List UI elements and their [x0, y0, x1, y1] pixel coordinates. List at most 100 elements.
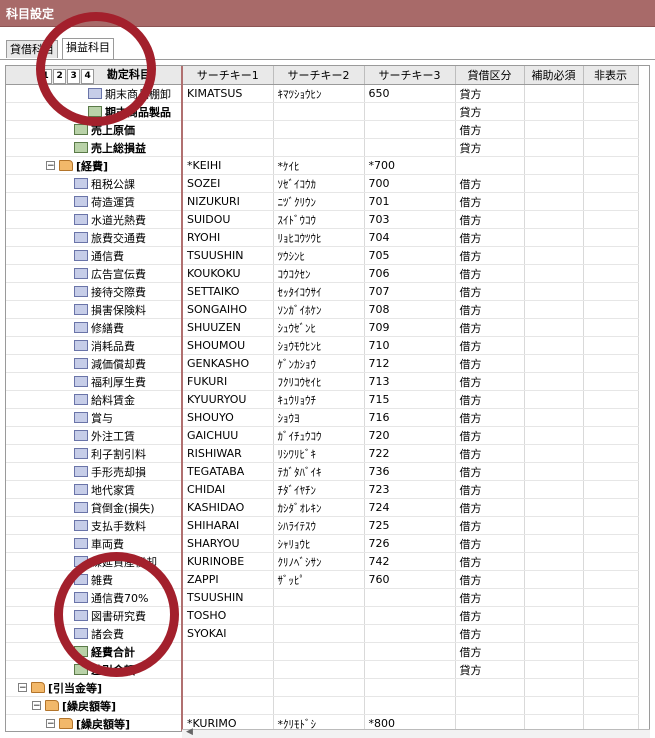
cell-search-key-2[interactable]: ｸﾘﾉﾍﾞｼｻﾝ — [273, 552, 365, 571]
cell-search-key-1[interactable]: SOZEI — [182, 174, 274, 193]
cell-search-key-3[interactable]: 716 — [364, 408, 456, 427]
cell-search-key-1[interactable]: SETTAIKO — [182, 282, 274, 301]
cell-search-key-3[interactable] — [364, 642, 456, 661]
header-sub-required[interactable]: 補助必須 — [524, 66, 584, 85]
cell-hidden[interactable] — [583, 696, 639, 715]
cell-sub-required[interactable] — [524, 156, 584, 175]
cell-account-name[interactable]: 旅費交通費 — [6, 228, 183, 247]
cell-account-name[interactable]: 支払手数料 — [6, 516, 183, 535]
cell-search-key-3[interactable]: 715 — [364, 390, 456, 409]
cell-search-key-1[interactable]: *KEIHI — [182, 156, 274, 175]
cell-sub-required[interactable] — [524, 264, 584, 283]
cell-search-key-2[interactable] — [273, 120, 365, 139]
cell-account-name[interactable]: 広告宣伝費 — [6, 264, 183, 283]
cell-hidden[interactable] — [583, 174, 639, 193]
table-row[interactable]: 支払手数料 SHIHARAI ｼﾊﾗｲﾃｽｳ 725 借方 — [6, 516, 639, 535]
cell-hidden[interactable] — [583, 300, 639, 319]
cell-hidden[interactable] — [583, 354, 639, 373]
table-row[interactable]: 地代家賃 CHIDAI ﾁﾀﾞｲﾔﾁﾝ 723 借方 — [6, 480, 639, 499]
cell-debit-credit[interactable]: 借方 — [455, 372, 525, 391]
cell-debit-credit[interactable]: 貸方 — [455, 102, 525, 121]
cell-hidden[interactable] — [583, 372, 639, 391]
cell-search-key-3[interactable] — [364, 660, 456, 679]
table-row[interactable]: 荷造運賃 NIZUKURI ﾆﾂﾞｸﾘｳﾝ 701 借方 — [6, 192, 639, 211]
cell-search-key-1[interactable] — [182, 102, 274, 121]
cell-debit-credit[interactable]: 借方 — [455, 192, 525, 211]
cell-sub-required[interactable] — [524, 570, 584, 589]
cell-account-name[interactable]: 租税公課 — [6, 174, 183, 193]
cell-debit-credit[interactable] — [455, 696, 525, 715]
cell-hidden[interactable] — [583, 336, 639, 355]
cell-search-key-3[interactable]: 742 — [364, 552, 456, 571]
cell-sub-required[interactable] — [524, 462, 584, 481]
level-3-button[interactable]: 3 — [67, 69, 81, 84]
table-row[interactable]: 福利厚生費 FUKURI ﾌｸﾘｺｳｾｲﾋ 713 借方 — [6, 372, 639, 391]
cell-account-name[interactable]: − [繰戻額等] — [6, 696, 183, 715]
cell-debit-credit[interactable]: 借方 — [455, 264, 525, 283]
cell-account-name[interactable]: 期末商品製品 — [6, 102, 183, 121]
cell-hidden[interactable] — [583, 120, 639, 139]
cell-sub-required[interactable] — [524, 102, 584, 121]
cell-hidden[interactable] — [583, 264, 639, 283]
level-4-button[interactable]: 4 — [81, 69, 95, 84]
level-2-button[interactable]: 2 — [53, 69, 67, 84]
cell-account-name[interactable]: 消耗品費 — [6, 336, 183, 355]
cell-search-key-3[interactable] — [364, 678, 456, 697]
header-debit-credit[interactable]: 貸借区分 — [455, 66, 525, 85]
cell-debit-credit[interactable]: 借方 — [455, 354, 525, 373]
cell-sub-required[interactable] — [524, 516, 584, 535]
cell-search-key-3[interactable]: 724 — [364, 498, 456, 517]
table-row[interactable]: 売上総損益 貸方 — [6, 138, 639, 157]
table-row[interactable]: 賞与 SHOUYO ｼｮｳﾖ 716 借方 — [6, 408, 639, 427]
cell-search-key-1[interactable]: GAICHUU — [182, 426, 274, 445]
cell-account-name[interactable]: 雑費 — [6, 570, 183, 589]
cell-search-key-1[interactable]: RISHIWAR — [182, 444, 274, 463]
cell-search-key-1[interactable]: KURINOBE — [182, 552, 274, 571]
cell-sub-required[interactable] — [524, 120, 584, 139]
table-row[interactable]: 損害保険料 SONGAIHO ｿﾝｶﾞｲﾎｹﾝ 708 借方 — [6, 300, 639, 319]
cell-search-key-2[interactable] — [273, 660, 365, 679]
cell-sub-required[interactable] — [524, 282, 584, 301]
table-row[interactable]: − [繰戻額等] — [6, 696, 639, 715]
table-row[interactable]: − [引当金等] — [6, 678, 639, 697]
cell-sub-required[interactable] — [524, 318, 584, 337]
table-row[interactable]: 通信費 TSUUSHIN ﾂｳｼﾝﾋ 705 借方 — [6, 246, 639, 265]
cell-search-key-2[interactable]: *ｹｲﾋ — [273, 156, 365, 175]
cell-search-key-1[interactable]: NIZUKURI — [182, 192, 274, 211]
cell-hidden[interactable] — [583, 642, 639, 661]
cell-search-key-2[interactable]: ﾘｼﾜﾘﾋﾞｷ — [273, 444, 365, 463]
cell-search-key-1[interactable]: TEGATABA — [182, 462, 274, 481]
cell-search-key-3[interactable]: 708 — [364, 300, 456, 319]
cell-search-key-2[interactable]: ｿｾﾞｲｺｳｶ — [273, 174, 365, 193]
cell-hidden[interactable] — [583, 678, 639, 697]
cell-hidden[interactable] — [583, 102, 639, 121]
header-hidden[interactable]: 非表示 — [583, 66, 639, 85]
cell-hidden[interactable] — [583, 444, 639, 463]
cell-debit-credit[interactable]: 借方 — [455, 246, 525, 265]
table-row[interactable]: 通信費70% TSUUSHIN 借方 — [6, 588, 639, 607]
cell-sub-required[interactable] — [524, 678, 584, 697]
collapse-icon[interactable]: − — [46, 719, 55, 729]
cell-search-key-1[interactable]: SHUUZEN — [182, 318, 274, 337]
cell-hidden[interactable] — [583, 570, 639, 589]
cell-search-key-2[interactable]: ｺｳｺｸｾﾝ — [273, 264, 365, 283]
table-row[interactable]: 租税公課 SOZEI ｿｾﾞｲｺｳｶ 700 借方 — [6, 174, 639, 193]
cell-search-key-2[interactable]: ｶﾞｲﾁｭｳｺｳ — [273, 426, 365, 445]
cell-hidden[interactable] — [583, 480, 639, 499]
cell-sub-required[interactable] — [524, 606, 584, 625]
cell-hidden[interactable] — [583, 228, 639, 247]
cell-search-key-3[interactable] — [364, 624, 456, 643]
cell-sub-required[interactable] — [524, 174, 584, 193]
cell-debit-credit[interactable]: 借方 — [455, 516, 525, 535]
cell-search-key-1[interactable]: SHIHARAI — [182, 516, 274, 535]
cell-debit-credit[interactable]: 借方 — [455, 552, 525, 571]
cell-sub-required[interactable] — [524, 300, 584, 319]
cell-search-key-3[interactable]: 707 — [364, 282, 456, 301]
cell-search-key-1[interactable] — [182, 642, 274, 661]
cell-search-key-1[interactable] — [182, 678, 274, 697]
cell-account-name[interactable]: − [経費] — [6, 156, 183, 175]
cell-search-key-3[interactable]: 710 — [364, 336, 456, 355]
table-row[interactable]: 経費合計 借方 — [6, 642, 639, 661]
cell-search-key-1[interactable]: ZAPPI — [182, 570, 274, 589]
table-row[interactable]: 売上原価 借方 — [6, 120, 639, 139]
